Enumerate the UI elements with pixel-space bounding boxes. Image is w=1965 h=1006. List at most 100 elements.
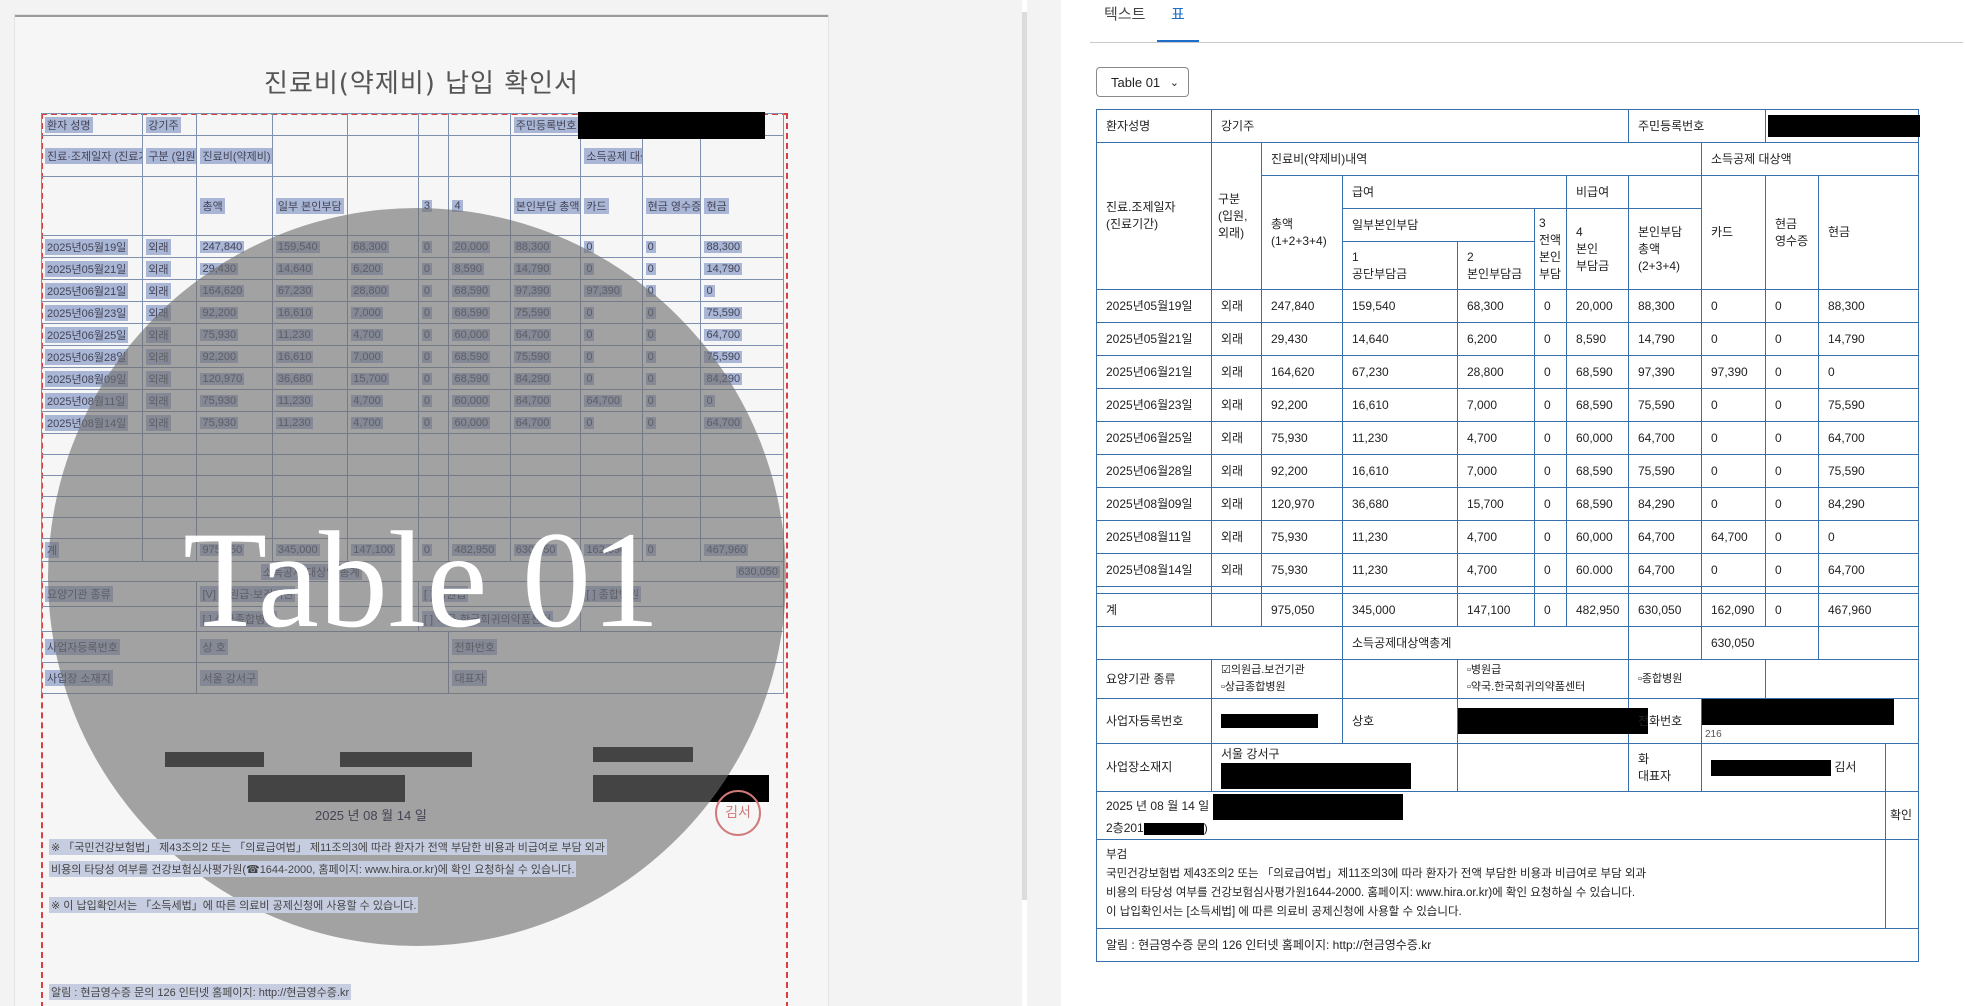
scan-cell — [641, 135, 702, 177]
address-text: 서울 강서구 — [1221, 747, 1280, 761]
public-burden-cell: 159,540 — [1342, 289, 1458, 323]
table-row: 2025 년 08 월 14 일 2층201) 확인 — [1096, 791, 1920, 840]
phone-fragment: 216 — [1705, 729, 1722, 740]
empty-cell — [1096, 586, 1212, 594]
scan-cell-text: 현금 — [704, 198, 729, 214]
self-total-cell: 88,300 — [1628, 289, 1702, 323]
scan-cell-text: 일부 본인부담 — [275, 198, 344, 214]
empty-cell — [1628, 626, 1702, 660]
total-label-cell: 계 — [1096, 593, 1212, 627]
representative-label: 화 대표자 — [1628, 743, 1702, 792]
table-row: 사업자등록번호 상호 전화번호 216 — [1096, 698, 1920, 744]
public-burden-cell: 11,230 — [1342, 520, 1458, 554]
total-cell: 75,930 — [1261, 520, 1343, 554]
scan-cell: 88,300 — [700, 235, 784, 258]
phone-value: 216 — [1700, 698, 1920, 744]
cash-receipt-total-cell: 0 — [1765, 593, 1819, 627]
full-burden-cell: 0 — [1534, 355, 1567, 389]
table-overlay-label: Table 01 — [182, 503, 660, 656]
notes-cell: 부검 국민건강보험법 제43조의2 또는 「의료급여법」제11조의3에 따라 환… — [1096, 839, 1886, 929]
shop-value — [1457, 698, 1648, 744]
document-date: 2025 년 08 월 14 일 — [315, 808, 427, 823]
self-total-cell: 75,590 — [1628, 454, 1702, 488]
issue-date: 2025 년 08 월 14 일 — [1106, 799, 1210, 814]
scan-cell — [417, 135, 450, 177]
rrn-value — [1764, 109, 1920, 143]
self-total-cell: 75,590 — [1628, 388, 1702, 422]
total-cell: 247,840 — [1261, 289, 1343, 323]
self-total-total-cell: 630,050 — [1628, 593, 1702, 627]
view-tabs: 텍스트 표 — [1090, 0, 1963, 43]
empty-cell — [1096, 626, 1343, 660]
self-burden-cell: 20,000 — [1566, 289, 1629, 323]
scan-cell-text: 총액 — [200, 198, 225, 214]
cash-receipt-cell: 0 — [1765, 388, 1819, 422]
own-burden-cell: 4,700 — [1457, 520, 1535, 554]
empty-cell — [1342, 659, 1458, 699]
phone-label: 전화번호 — [1628, 698, 1702, 744]
table-row: 요양기관 종류 ☑의원급.보건기관 ▫상급종합병원 ▫병원급 ▫약국.한국희귀의약품… — [1096, 659, 1920, 699]
cash-cell: 64,700 — [1817, 421, 1920, 455]
full-burden-cell: 0 — [1534, 487, 1567, 521]
type-cell: 외래 — [1211, 520, 1262, 554]
table-select-dropdown[interactable]: Table 01 ⌄ — [1096, 67, 1189, 97]
noncovered-header: 비급여 — [1566, 175, 1629, 209]
scan-cell-text: 2025년06월25일 — [45, 326, 129, 343]
card-cell: 0 — [1701, 388, 1766, 422]
document-preview-pane: 진료비(약제비) 납입 확인서 환자 성명 강기주 주민등록번호 진료·조제일자 (진… — [0, 0, 1022, 1006]
empty-cell — [1261, 586, 1343, 594]
scan-cell — [347, 113, 419, 136]
table-row: 2025년06월21일 외래 164,620 67,230 28,800 0 68,590 9… — [1096, 355, 1920, 389]
redaction-block — [1768, 115, 1920, 137]
self-total-cell: 64,700 — [1628, 553, 1702, 587]
seal-stamp: 김서 — [715, 790, 761, 836]
cash-header: 현금 — [1817, 175, 1920, 290]
address-label: 사업장소재지 — [1096, 743, 1212, 792]
card-cell: 64,700 — [1701, 520, 1766, 554]
scan-cell-text: 0 — [645, 240, 656, 253]
confirm-label: 확인 — [1884, 791, 1920, 840]
scan-cell: 현금 — [700, 176, 784, 236]
total-cell: 120,970 — [1261, 487, 1343, 521]
redaction-block — [578, 112, 765, 139]
scan-cell-text: 카드 — [584, 198, 609, 214]
public-burden-cell: 36,680 — [1342, 487, 1458, 521]
facility-option-3: ▫종합병원 — [1628, 659, 1766, 699]
scan-cell-text: 2025년06월21일 — [45, 282, 129, 299]
own-burden-cell: 7,000 — [1457, 454, 1535, 488]
deduction-total-value: 630,050 — [1701, 626, 1819, 660]
card-cell: 0 — [1701, 289, 1766, 323]
scan-cell: 2025년05월19일 — [41, 235, 144, 258]
scan-cell — [347, 135, 419, 177]
scan-cell: 2025년06월25일 — [41, 323, 144, 346]
date-cell: 2025년06월23일 — [1096, 388, 1212, 422]
pane-gap — [1027, 0, 1061, 1006]
date-cell: 2025년08월14일 — [1096, 553, 1212, 587]
self-burden-cell: 60.000 — [1566, 553, 1629, 587]
own-burden-cell: 4,700 — [1457, 553, 1535, 587]
empty-cell — [1765, 586, 1819, 594]
scan-cell: 소득공제 대상액 — [580, 135, 643, 177]
cash-cell: 75,590 — [1817, 454, 1920, 488]
self-burden-cell: 60,000 — [1566, 421, 1629, 455]
full-burden-cell: 0 — [1534, 553, 1567, 587]
tab-table[interactable]: 표 — [1157, 6, 1199, 42]
type-total-cell — [1211, 593, 1262, 627]
card-cell: 0 — [1701, 454, 1766, 488]
date-cell: 2025년06월21일 — [1096, 355, 1212, 389]
full-burden-cell: 0 — [1534, 388, 1567, 422]
scan-cell-text: 진료비(약제비) 내역 — [200, 148, 272, 164]
document-note: 비용의 타당성 여부를 건강보험심사평가원(☎1644-2000, 홈페이지: … — [49, 861, 577, 877]
empty-cell — [1628, 586, 1702, 594]
public-burden-total-cell: 345,000 — [1342, 593, 1458, 627]
redaction-block — [1702, 699, 1894, 725]
card-cell: 0 — [1701, 421, 1766, 455]
scan-cell-text: 2025년05월21일 — [45, 260, 129, 277]
scan-cell — [509, 135, 582, 177]
public-burden-cell: 67,230 — [1342, 355, 1458, 389]
scan-cell-text: 2025년05월19일 — [45, 238, 129, 255]
scan-cell-text: 외래 — [146, 238, 171, 255]
total-row: 계 975,050 345,000 147,100 0 482,950 630,050 162… — [1096, 593, 1920, 627]
tab-text[interactable]: 텍스트 — [1090, 6, 1159, 40]
representative-value: 김서 — [1701, 743, 1886, 792]
